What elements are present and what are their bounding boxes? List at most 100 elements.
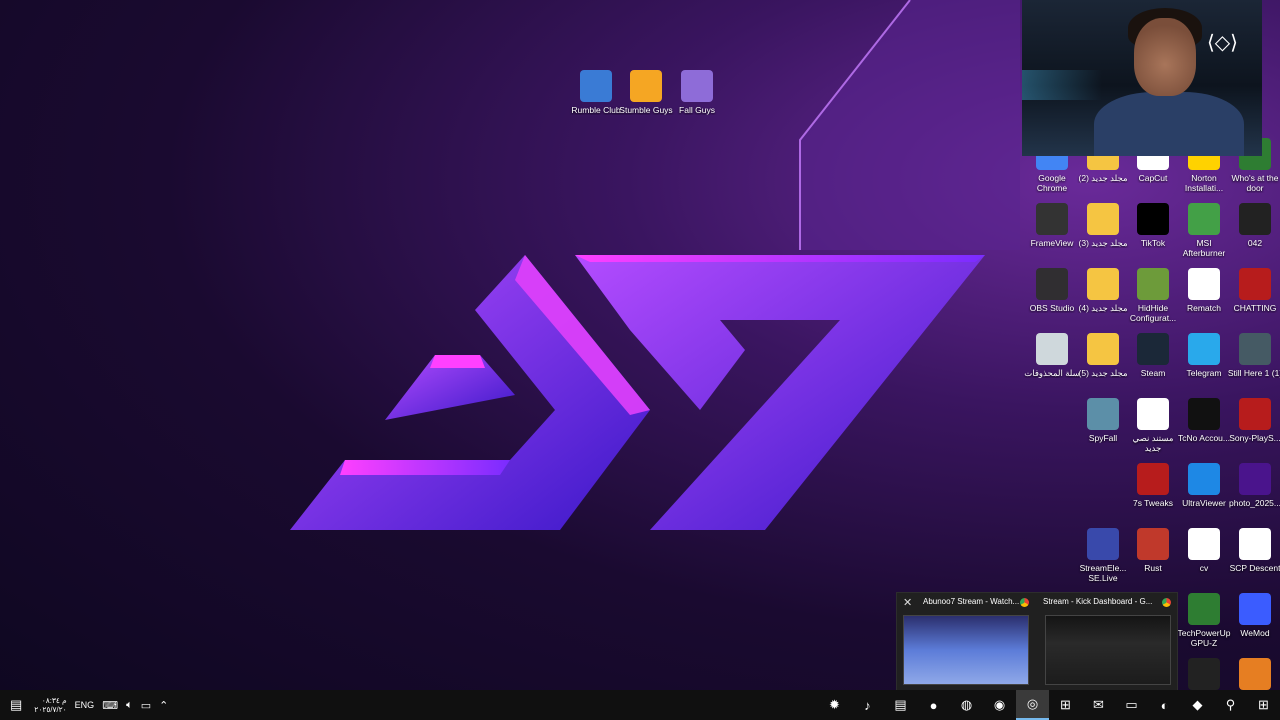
network-icon[interactable]: ▭ xyxy=(141,699,151,712)
desktop-icon-label: Who's at the door xyxy=(1231,173,1279,193)
ultraviewer-icon xyxy=(1188,463,1220,495)
desktop-icon-label: OBS Studio xyxy=(1029,303,1075,313)
desktop-icon[interactable]: SCP Descent xyxy=(1226,528,1280,573)
desktop-icon[interactable]: Sony-PlayS... xyxy=(1226,398,1280,443)
desktop-icon[interactable]: UltraViewer xyxy=(1175,463,1233,508)
desktop-icon[interactable]: HidHide Configurat... xyxy=(1124,268,1182,323)
folder-icon xyxy=(1087,333,1119,365)
preview-title: Stream - Kick Dashboard - G... xyxy=(1043,597,1153,606)
keyboard-icon[interactable]: ⌨ xyxy=(102,699,118,712)
desktop-icon[interactable]: photo_2025... xyxy=(1226,463,1280,508)
desktop-icon-label: Fall Guys xyxy=(679,105,715,115)
preview-thumbnail xyxy=(1045,615,1171,685)
streamelements-icon xyxy=(1087,528,1119,560)
chrome-icon xyxy=(1020,598,1029,607)
desktop-icon[interactable]: TechPowerUp GPU-Z xyxy=(1175,593,1233,648)
taskbar: ▤ م ٠٨:٣٤ ٢٠٢٥/٧/٢٠ ENG ⌨ 🔈︎ ▭ ⌃ ✹ ♪ ▤ ● ◍ ◉ ◎… xyxy=(0,690,1280,720)
zip-folder-icon xyxy=(1087,268,1119,300)
app-icon[interactable]: ◆ xyxy=(1181,690,1214,720)
app-icon[interactable]: ▤ xyxy=(884,690,917,720)
preview-title: Abunoo7 Stream - Watch... xyxy=(923,597,1020,606)
image-file-icon xyxy=(1239,333,1271,365)
explorer-icon[interactable]: ▭ xyxy=(1115,690,1148,720)
recycle-bin-icon xyxy=(1036,333,1068,365)
tiktok-icon xyxy=(1137,203,1169,235)
desktop-icon-label: CHATTING xyxy=(1233,303,1277,313)
webcam-person-body xyxy=(1094,92,1244,156)
image-file-icon xyxy=(1239,203,1271,235)
desktop-icon-label: UltraViewer xyxy=(1182,498,1226,508)
desktop-icon-label: 7s Tweaks xyxy=(1132,498,1173,508)
clock-time: م ٠٨:٣٤ xyxy=(41,696,67,705)
desktop-icon[interactable]: 042 xyxy=(1226,203,1280,248)
app-icon xyxy=(1239,658,1271,690)
preview-window-1[interactable]: ✕ Abunoo7 Stream - Watch... xyxy=(897,593,1031,691)
desktop-icon-label: photo_2025... xyxy=(1229,498,1280,508)
desktop-icon[interactable]: Fall Guys xyxy=(668,70,726,115)
desktop-icon-label: TikTok xyxy=(1140,238,1166,248)
desktop-icon[interactable]: Telegram xyxy=(1175,333,1233,378)
obs-icon[interactable]: ● xyxy=(917,690,950,720)
desktop-icon[interactable] xyxy=(1175,658,1233,693)
desktop-icon-label: WeMod xyxy=(1240,628,1270,638)
store-icon[interactable]: ⊞ xyxy=(1049,690,1082,720)
desktop-icon[interactable]: OBS Studio xyxy=(1023,268,1081,313)
desktop-icon-label: سلة المحذوفات xyxy=(1024,368,1080,378)
pdf-icon xyxy=(1188,528,1220,560)
chevron-up-icon[interactable]: ⌃ xyxy=(159,699,168,712)
desktop-icon[interactable]: WeMod xyxy=(1226,593,1280,638)
close-icon[interactable]: ✕ xyxy=(903,596,912,609)
notification-icon[interactable]: ▤ xyxy=(10,697,22,713)
image-file-icon xyxy=(1239,463,1271,495)
desktop-icon[interactable]: CHATTING xyxy=(1226,268,1280,313)
language-indicator[interactable]: ENG xyxy=(75,700,95,710)
desktop-icon-label: MSI Afterburner xyxy=(1182,238,1226,258)
desktop-icon-label: Stumble Guys xyxy=(619,105,673,115)
desktop-icon-label: Sony-PlayS... xyxy=(1229,433,1280,443)
text-file-icon xyxy=(1137,398,1169,430)
desktop-icon[interactable]: FrameView xyxy=(1023,203,1081,248)
tiktok-icon[interactable]: ♪ xyxy=(851,690,884,720)
desktop-icon-label: TcNo Accou... xyxy=(1178,433,1230,443)
windows-start-icon[interactable]: ⊞ xyxy=(1247,690,1280,720)
desktop-icon[interactable]: Stumble Guys xyxy=(617,70,675,115)
steam-icon xyxy=(1137,333,1169,365)
gpuz-icon xyxy=(1188,593,1220,625)
desktop-icon[interactable]: Still Here 1 (1) xyxy=(1226,333,1280,378)
desktop-icon[interactable]: سلة المحذوفات xyxy=(1023,333,1081,378)
desktop-icon[interactable]: TikTok xyxy=(1124,203,1182,248)
obs-icon xyxy=(1036,268,1068,300)
steelseries-icon[interactable]: ✹ xyxy=(818,690,851,720)
app-icon[interactable]: ◉ xyxy=(983,690,1016,720)
desktop-icon[interactable]: TcNo Accou... xyxy=(1175,398,1233,443)
desktop-icon[interactable]: 7s Tweaks xyxy=(1124,463,1182,508)
rust-icon xyxy=(1137,528,1169,560)
desktop-icon[interactable]: Steam xyxy=(1124,333,1182,378)
rumble-club-icon xyxy=(580,70,612,102)
hidhide-icon xyxy=(1137,268,1169,300)
steam-icon[interactable]: ◍ xyxy=(950,690,983,720)
taskbar-pinned-apps: ✹ ♪ ▤ ● ◍ ◉ ◎ ⊞ ✉ ▭ ◐ ◆ ⚲ ⊞ xyxy=(818,690,1280,720)
edge-icon[interactable]: ◐ xyxy=(1148,690,1181,720)
outlook-icon[interactable]: ✉ xyxy=(1082,690,1115,720)
chrome-icon[interactable]: ◎ xyxy=(1016,690,1049,720)
webcam-light xyxy=(1022,70,1102,100)
clock[interactable]: م ٠٨:٣٤ ٢٠٢٥/٧/٢٠ xyxy=(30,696,66,714)
desktop-icon-label: Telegram xyxy=(1186,368,1222,378)
preview-window-2[interactable]: Stream - Kick Dashboard - G... xyxy=(1039,593,1173,691)
desktop-icon[interactable]: cv xyxy=(1175,528,1233,573)
frameview-icon xyxy=(1036,203,1068,235)
webcam-person-head xyxy=(1134,18,1196,96)
desktop-icon[interactable]: مستند نصي جديد xyxy=(1124,398,1182,453)
desktop-icon[interactable]: Rust xyxy=(1124,528,1182,573)
chrome-icon xyxy=(1162,598,1171,607)
desktop-icon[interactable]: MSI Afterburner xyxy=(1175,203,1233,258)
system-tray: ▤ م ٠٨:٣٤ ٢٠٢٥/٧/٢٠ ENG ⌨ 🔈︎ ▭ ⌃ xyxy=(0,696,168,714)
search-icon[interactable]: ⚲ xyxy=(1214,690,1247,720)
desktop-icon[interactable]: Rematch xyxy=(1175,268,1233,313)
taskbar-thumbnail-preview: ✕ Abunoo7 Stream - Watch... Stream - Kic… xyxy=(896,592,1178,692)
brand-logo-icon: ⟨◇⟩ xyxy=(1207,32,1238,54)
volume-icon[interactable]: 🔈︎ xyxy=(126,699,133,712)
desktop-icon-label: 042 xyxy=(1247,238,1263,248)
desktop-icon[interactable] xyxy=(1226,658,1280,693)
